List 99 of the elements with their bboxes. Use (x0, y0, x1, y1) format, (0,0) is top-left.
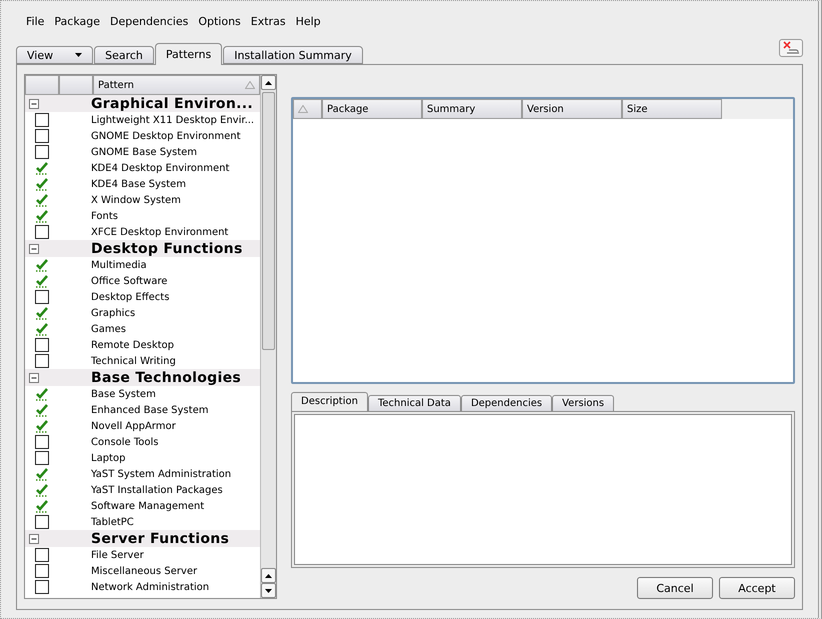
sort-icon (298, 105, 308, 113)
pattern-name[interactable]: Multimedia (91, 260, 147, 270)
check-icon[interactable] (35, 419, 49, 433)
down-arrow-icon (265, 588, 272, 592)
pattern-name[interactable]: Software Management (91, 500, 204, 512)
check-icon[interactable] (35, 499, 49, 513)
pattern-name[interactable]: Base System (91, 388, 156, 400)
collapse-icon[interactable] (29, 98, 39, 108)
pattern-name[interactable]: File Server (91, 550, 144, 560)
checkbox[interactable] (35, 338, 49, 352)
pattern-name[interactable]: TabletPC (91, 516, 134, 528)
scroll-thumb[interactable] (262, 92, 275, 350)
check-icon[interactable] (35, 177, 49, 191)
check-icon[interactable] (35, 258, 49, 272)
check-icon[interactable] (35, 209, 49, 223)
menu-item[interactable]: Help (294, 14, 329, 28)
checkbox[interactable] (35, 113, 49, 127)
pattern-name[interactable]: GNOME Desktop Environment (91, 130, 240, 142)
clear-button[interactable] (779, 39, 803, 57)
pattern-name[interactable]: YaST System Administration (91, 468, 232, 480)
tab[interactable]: Search (94, 46, 154, 64)
column-header[interactable]: Version (522, 99, 622, 119)
pattern-name[interactable]: Technical Writing (91, 356, 176, 366)
group-title: Graphical Environ... (91, 96, 253, 112)
pattern-name[interactable]: XFCE Desktop Environment (91, 226, 228, 238)
menu-item[interactable]: Options (196, 14, 249, 28)
check-icon[interactable] (35, 403, 49, 417)
check-icon[interactable] (35, 193, 49, 207)
tab[interactable]: Technical Data (368, 394, 461, 411)
tab[interactable]: Versions (552, 394, 614, 411)
pattern-name[interactable]: KDE4 Base System (91, 178, 186, 190)
scrollbar[interactable] (260, 75, 276, 598)
checkbox[interactable] (35, 548, 49, 562)
column-header[interactable]: Package (322, 99, 422, 119)
pattern-name[interactable]: Novell AppArmor (91, 420, 176, 432)
tab[interactable]: Description (291, 392, 368, 411)
pattern-name[interactable]: Console Tools (91, 436, 159, 448)
check-icon[interactable] (35, 387, 49, 401)
pattern-name[interactable]: X Window System (91, 194, 181, 206)
tab[interactable]: Installation Summary (223, 46, 363, 64)
collapse-icon[interactable] (29, 534, 39, 544)
view-dropdown[interactable]: View (16, 46, 94, 64)
pattern-name[interactable]: Fonts (91, 210, 118, 222)
pattern-name[interactable]: Desktop Effects (91, 292, 170, 302)
up-arrow-icon (265, 80, 272, 84)
pattern-name[interactable]: Games (91, 324, 126, 334)
column-header[interactable]: Pattern (93, 75, 260, 95)
eraser-icon (782, 41, 800, 55)
checkbox[interactable] (35, 580, 49, 594)
column-header[interactable]: Size (622, 99, 722, 119)
checkbox[interactable] (35, 225, 49, 239)
check-icon[interactable] (35, 322, 49, 336)
dialog-button[interactable]: Accept (719, 577, 795, 599)
group-row[interactable]: Server Functions (25, 530, 260, 547)
pattern-name[interactable]: Graphics (91, 308, 136, 318)
tab[interactable]: Patterns (154, 43, 222, 65)
pattern-name[interactable]: Lightweight X11 Desktop Envir... (91, 114, 254, 126)
pattern-name[interactable]: Laptop (91, 452, 126, 464)
checkbox[interactable] (35, 564, 49, 578)
up-arrow-icon (265, 574, 272, 578)
menu-item[interactable]: Dependencies (108, 14, 196, 28)
sort-icon (245, 81, 255, 89)
check-icon[interactable] (35, 161, 49, 175)
collapse-icon[interactable] (29, 244, 39, 254)
menu-item[interactable]: File (24, 14, 52, 28)
group-title: Desktop Functions (91, 240, 243, 256)
group-row[interactable]: Graphical Environ... (25, 95, 260, 112)
check-icon[interactable] (35, 274, 49, 288)
pattern-name[interactable]: Remote Desktop (91, 340, 174, 350)
dialog-button[interactable]: Cancel (637, 577, 713, 599)
group-row[interactable]: Desktop Functions (25, 240, 260, 257)
pattern-name[interactable]: Network Administration (91, 582, 210, 592)
checkbox[interactable] (35, 354, 49, 368)
check-icon[interactable] (35, 483, 49, 497)
group-title: Server Functions (91, 530, 230, 546)
checkbox[interactable] (35, 451, 49, 465)
checkbox[interactable] (35, 290, 49, 304)
check-icon[interactable] (35, 306, 49, 320)
checkbox[interactable] (35, 129, 49, 143)
pattern-name[interactable]: Miscellaneous Server (91, 566, 198, 576)
pattern-name[interactable]: KDE4 Desktop Environment (91, 162, 230, 174)
group-title: Base Technologies (91, 370, 242, 386)
pattern-name[interactable]: Office Software (91, 276, 168, 286)
tab[interactable]: Dependencies (460, 394, 552, 411)
checkbox[interactable] (35, 145, 49, 159)
column-header[interactable] (59, 75, 93, 95)
pattern-name[interactable]: Enhanced Base System (91, 404, 208, 416)
menu-item[interactable]: Package (52, 14, 108, 28)
checkbox[interactable] (35, 435, 49, 449)
collapse-icon[interactable] (29, 372, 39, 382)
pattern-name[interactable]: YaST Installation Packages (91, 484, 223, 496)
menu-item[interactable]: Extras (248, 14, 294, 28)
group-row[interactable]: Base Technologies (25, 369, 260, 386)
column-header[interactable]: Summary (422, 99, 522, 119)
pattern-name[interactable]: GNOME Base System (91, 146, 198, 158)
check-icon[interactable] (35, 467, 49, 481)
checkbox[interactable] (35, 515, 49, 529)
column-header[interactable] (293, 99, 322, 119)
caret-icon (75, 53, 82, 57)
